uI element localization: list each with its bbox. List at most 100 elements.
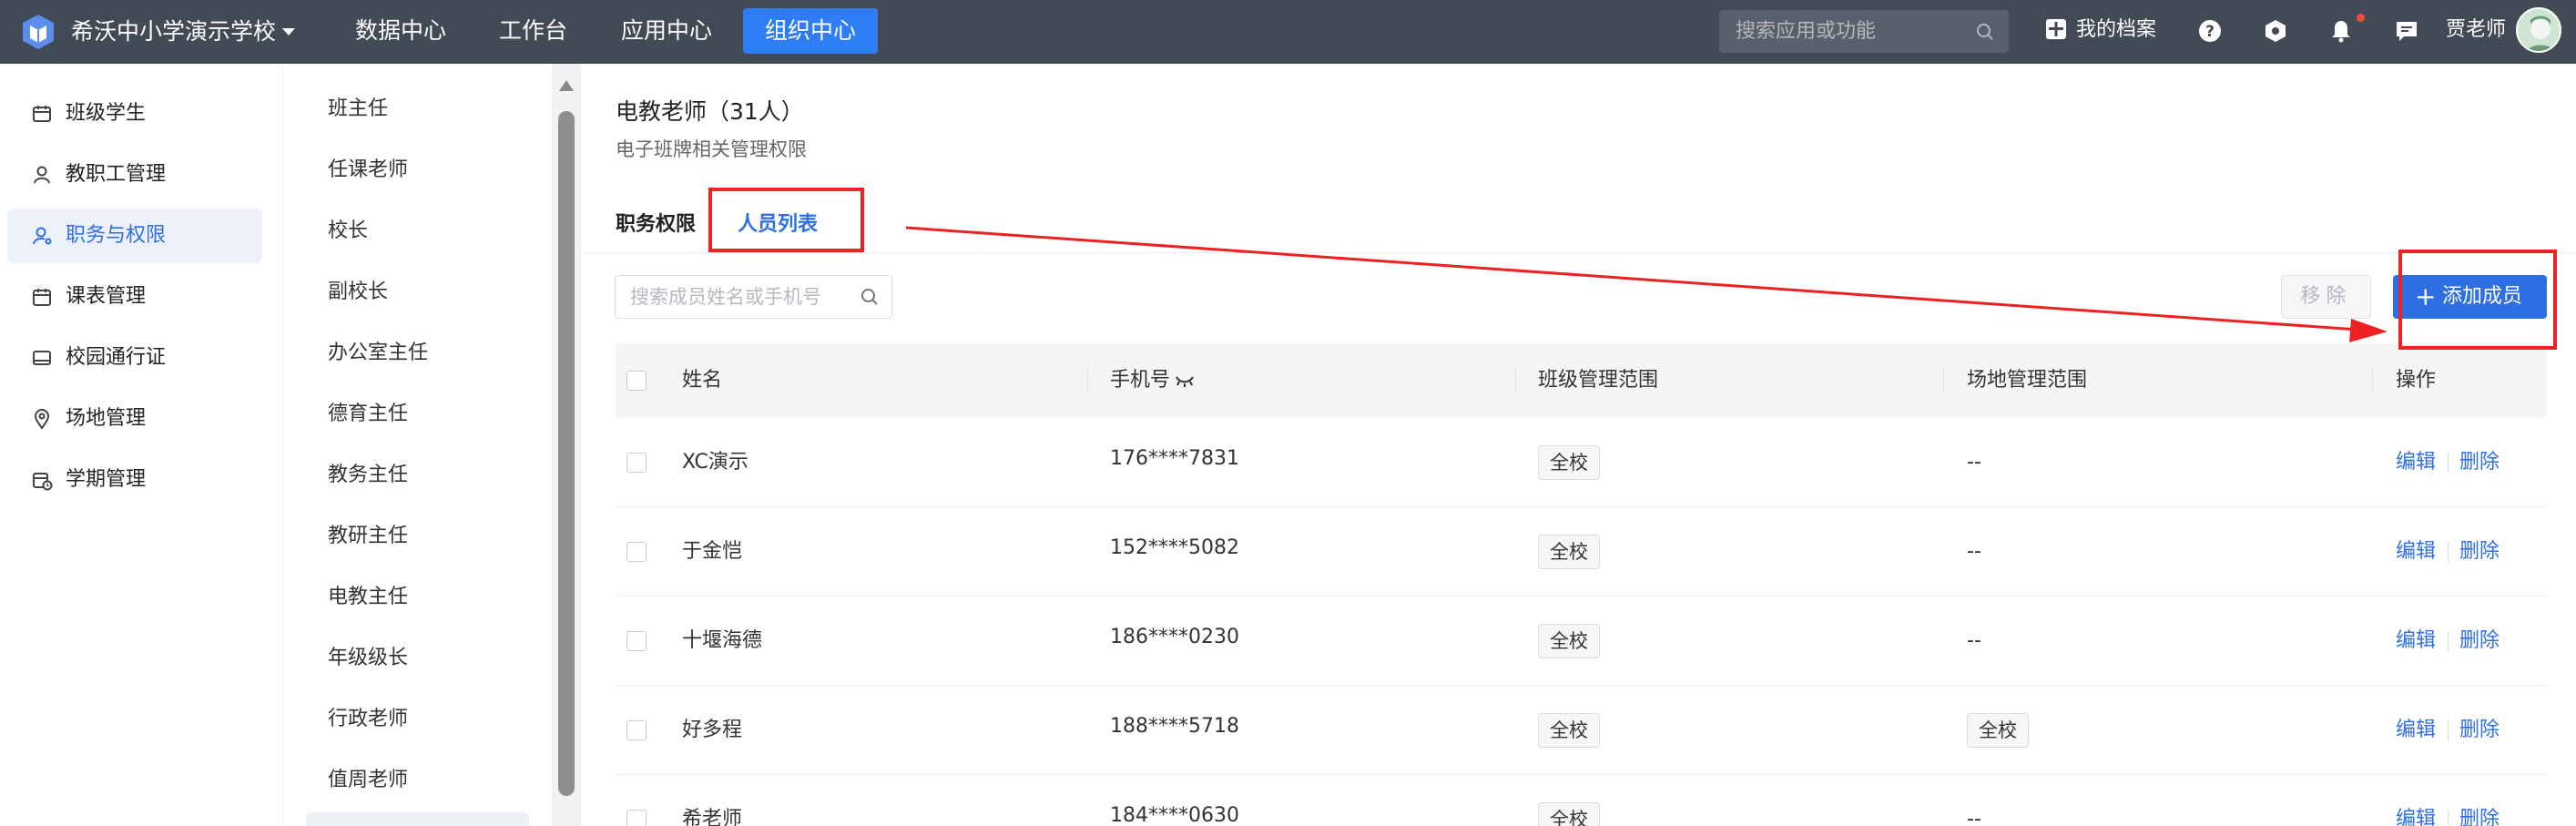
school-logo-icon[interactable] <box>18 12 58 52</box>
calendar-icon <box>33 289 51 306</box>
member-phone: 152****5082 <box>1110 536 1239 559</box>
calendar-clock-icon <box>33 473 53 491</box>
role-item-selected-highlight[interactable] <box>306 812 529 826</box>
member-name: 于金恺 <box>682 540 743 563</box>
role-item[interactable]: 班主任 <box>328 91 388 127</box>
menu-item-label: 职务与权限 <box>66 224 167 247</box>
nav-app-center[interactable]: 应用中心 <box>599 8 734 54</box>
column-divider <box>1943 367 1944 394</box>
member-name: XC演示 <box>682 451 748 474</box>
row-checkbox[interactable] <box>626 810 647 826</box>
menu-item-staff[interactable]: 教职工管理 <box>7 148 262 202</box>
menu-item-label: 课表管理 <box>66 285 147 308</box>
role-item[interactable]: 教研主任 <box>328 518 408 555</box>
role-item[interactable]: 年级级长 <box>328 640 408 677</box>
action-separator <box>2448 542 2449 562</box>
venue-scope: -- <box>1967 451 1981 474</box>
menu-item-roles-permissions[interactable]: 职务与权限 <box>7 209 262 263</box>
scroll-up-arrow-icon[interactable] <box>559 80 574 91</box>
row-divider <box>616 596 2547 597</box>
action-separator <box>2448 720 2449 740</box>
menu-item-campus-pass[interactable]: 校园通行证 <box>7 331 262 385</box>
role-item[interactable]: 任课老师 <box>328 152 408 189</box>
row-checkbox[interactable] <box>626 631 647 651</box>
column-header-name: 姓名 <box>682 369 723 392</box>
delete-link[interactable]: 删除 <box>2459 538 2500 566</box>
column-divider <box>1087 367 1088 394</box>
member-phone: 184****0630 <box>1110 804 1239 826</box>
role-item[interactable]: 行政老师 <box>328 701 408 738</box>
scrollbar-thumb[interactable] <box>558 111 575 796</box>
row-checkbox[interactable] <box>626 542 647 562</box>
card-icon <box>33 351 51 365</box>
menu-item-class-students[interactable]: 班级学生 <box>7 87 262 141</box>
menu-item-label: 校园通行证 <box>66 346 167 369</box>
tab-role-permissions[interactable]: 职务权限 <box>616 208 696 237</box>
row-checkbox[interactable] <box>626 453 647 473</box>
menu-item-venues[interactable]: 场地管理 <box>7 392 262 446</box>
left-menu: 班级学生 教职工管理 职务与权限 课表管理 校园通行证 场地管理 学期管理 <box>0 64 283 826</box>
role-item[interactable]: 副校长 <box>328 274 388 311</box>
role-item[interactable]: 电教主任 <box>328 579 408 616</box>
action-separator <box>2448 631 2449 651</box>
edit-link[interactable]: 编辑 <box>2396 717 2436 744</box>
nav-workbench[interactable]: 工作台 <box>477 8 589 54</box>
role-item[interactable]: 德育主任 <box>328 396 408 433</box>
venue-scope: -- <box>1967 540 1981 563</box>
edit-link[interactable]: 编辑 <box>2396 538 2436 566</box>
nav-data-center[interactable]: 数据中心 <box>333 8 468 54</box>
venue-scope: -- <box>1967 629 1981 652</box>
nav-org-center[interactable]: 组织中心 <box>743 8 879 54</box>
edit-link[interactable]: 编辑 <box>2396 806 2436 826</box>
person-icon <box>34 166 50 184</box>
column-header-venue-scope: 场地管理范围 <box>1967 369 2088 392</box>
row-divider <box>616 685 2547 686</box>
member-search-input[interactable]: 搜索成员姓名或手机号 <box>615 275 892 319</box>
svg-text:?: ? <box>2205 23 2215 41</box>
class-scope-tag: 全校 <box>1538 713 1600 748</box>
global-search-placeholder: 搜索应用或功能 <box>1736 20 1877 43</box>
menu-item-semester[interactable]: 学期管理 <box>7 453 262 507</box>
role-item[interactable]: 办公室主任 <box>328 335 428 372</box>
role-item[interactable]: 教务主任 <box>328 457 408 494</box>
remove-button[interactable]: 移除 <box>2281 275 2371 319</box>
menu-item-label: 场地管理 <box>66 407 147 430</box>
member-name: 十堰海德 <box>682 629 763 652</box>
column-divider <box>2372 367 2373 394</box>
delete-link[interactable]: 删除 <box>2459 717 2500 744</box>
search-icon <box>1977 24 1993 40</box>
edit-link[interactable]: 编辑 <box>2396 449 2436 476</box>
menu-item-timetable[interactable]: 课表管理 <box>7 270 262 324</box>
settings-hexagon-icon[interactable] <box>2264 19 2287 43</box>
member-phone: 176****7831 <box>1110 447 1239 470</box>
person-key-icon <box>33 227 52 245</box>
user-name[interactable]: 贾老师 <box>2446 0 2506 60</box>
archive-icon[interactable] <box>2044 17 2068 41</box>
notification-bell-icon[interactable] <box>2329 19 2353 43</box>
help-icon[interactable]: ? <box>2198 19 2222 43</box>
message-icon[interactable] <box>2395 19 2418 43</box>
global-search-input[interactable]: 搜索应用或功能 <box>1719 10 2009 53</box>
annotation-box-add-member <box>2398 250 2557 350</box>
user-avatar[interactable] <box>2516 7 2561 53</box>
delete-link[interactable]: 删除 <box>2459 449 2500 476</box>
row-checkbox[interactable] <box>626 720 647 740</box>
delete-link[interactable]: 删除 <box>2459 627 2500 655</box>
school-name[interactable]: 希沃中小学演示学校 <box>71 0 276 64</box>
class-scope-tag: 全校 <box>1538 624 1600 658</box>
role-item[interactable]: 校长 <box>328 213 368 250</box>
edit-link[interactable]: 编辑 <box>2396 627 2436 655</box>
school-switch-caret-icon[interactable] <box>282 28 295 36</box>
column-header-phone: 手机号 <box>1110 369 1171 392</box>
my-archive-link[interactable]: 我的档案 <box>2076 0 2156 60</box>
annotation-box-member-list-tab <box>708 188 864 252</box>
delete-link[interactable]: 删除 <box>2459 806 2500 826</box>
role-list: 班主任 任课老师 校长 副校长 办公室主任 德育主任 教务主任 教研主任 电教主… <box>284 64 552 826</box>
column-divider <box>1515 367 1516 394</box>
row-divider <box>616 774 2547 775</box>
select-all-checkbox[interactable] <box>626 371 647 391</box>
avatar-face-icon <box>2526 15 2555 51</box>
eye-closed-icon[interactable] <box>1175 373 1195 388</box>
role-item[interactable]: 值周老师 <box>328 762 408 799</box>
class-scope-tag: 全校 <box>1538 445 1600 480</box>
